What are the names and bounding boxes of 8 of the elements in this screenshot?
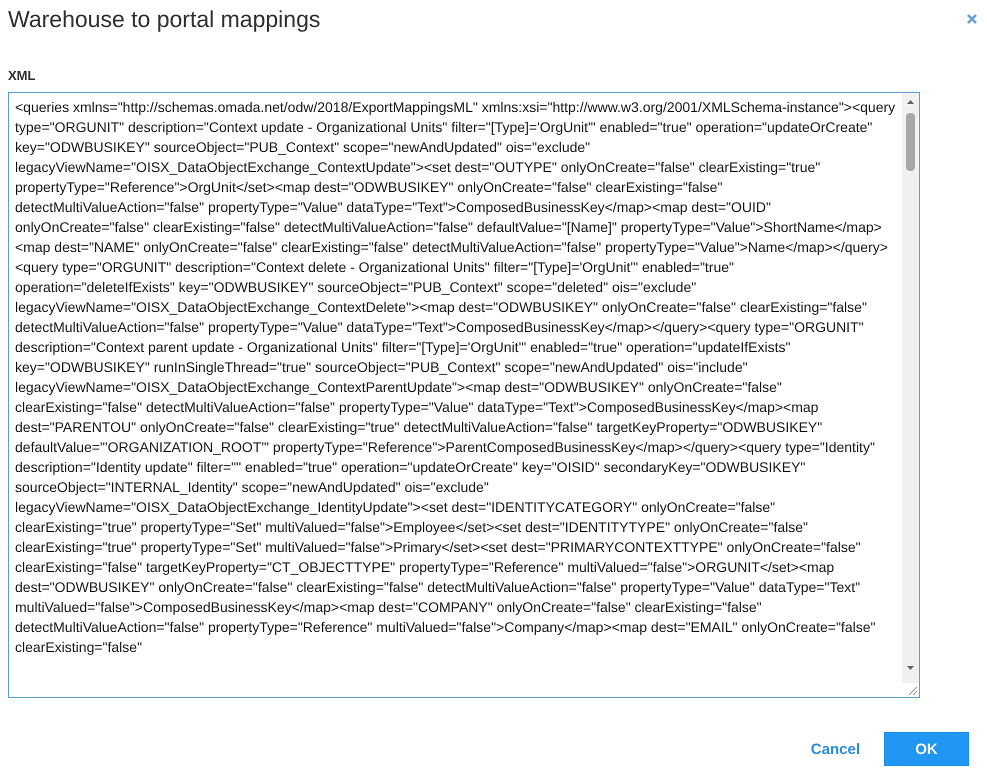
- resize-grip-icon[interactable]: [906, 684, 918, 696]
- field-label: XML: [8, 68, 36, 83]
- cancel-link[interactable]: Cancel: [810, 732, 860, 766]
- close-button[interactable]: [966, 13, 978, 25]
- dialog-title: Warehouse to portal mappings: [8, 6, 320, 32]
- close-icon: [966, 13, 978, 25]
- xml-text: <queries xmlns="http://schemas.omada.net/odw/2018/ExportMappingsML" xmlns:xsi="http://www.w3.org/2001/XMLSchema-instance"><query type="ORGUNIT" description="Context update - Organizational Units" filter="[Type]='OrgUnit'" enabled="true" operation="updateOrCreate" key="ODWBUSIKEY" sourceObject="PUB_Context" scope="newAndUpdated" ois="exclude" legacyViewName="OISX_DataObjectExchange_ContextUpdate"><set dest="OUTYPE" onlyOnCreate="false" clearExisting="true" propertyType="Reference">OrgUnit</set><map dest="ODWBUSIKEY" onlyOnCreate="false" clearExisting="false" detectMultiValueAction="false" propertyType="Value" dataType="Text">ComposedBusinessKey</map><map dest="OUID" onlyOnCreate="false" clearExisting="false" detectMultiValueAction="false" defaultValue="[Name]" propertyType="Value">ShortName</map><map dest="NAME" onlyOnCreate="false" clearExisting="false" detectMultiValueAction="false" propertyType="Value">Name</map></query><query type="ORGUNIT" description="Context delete - Organizational Units" filter="[Type]='OrgUnit'" enabled="true" operation="deleteIfExists" key="ODWBUSIKEY" sourceObject="PUB_Context" scope="deleted" ois="exclude" legacyViewName="OISX_DataObjectExchange_ContextDelete"><map dest="ODWBUSIKEY" onlyOnCreate="false" clearExisting="false" detectMultiValueAction="false" propertyType="Value" dataType="Text">ComposedBusinessKey</map></query><query type="ORGUNIT" description="Context parent update - Organizational Units" filter="[Type]='OrgUnit'" enabled="true" operation="updateIfExists" key="ODWBUSIKEY" runInSingleThread="true" sourceObject="PUB_Context" scope="newAndUpdated" ois="include" legacyViewName="OISX_DataObjectExchange_ContextParentUpdate"><map dest="ODWBUSIKEY" onlyOnCreate="false" clearExisting="false" detectMultiValueAction="false" propertyType="Value" dataType="Text">ComposedBusinessKey</map><map dest="PARENTOU" onlyOnCreate="false" clearExisting="true" detectMultiValueAction="false" targetKeyProperty="ODWBUSIKEY" defaultValue="'ORGANIZATION_ROOT'" propertyType="Reference">ParentComposedBusinessKey</map></query><query type="Identity" description="Identity update" filter="" enabled="true" operation="updateOrCreate" key="OISID" secondaryKey="ODWBUSIKEY" sourceObject="INTERNAL_Identity" scope="newAndUpdated" ois="exclude" legacyViewName="OISX_DataObjectExchange_IdentityUpdate"><set dest="IDENTITYCATEGORY" onlyOnCreate="false" clearExisting="true" propertyType="Set" multiValued="false">Employee</set><set dest="IDENTITYTYPE" onlyOnCreate="false" clearExisting="true" propertyType="Set" multiValued="false">Primary</set><set dest="PRIMARYCONTEXTTYPE" onlyOnCreate="false" clearExisting="false" targetKeyProperty="CT_OBJECTTYPE" propertyType="Reference" multiValued="false">ORGUNIT</set><map dest="ODWBUSIKEY" onlyOnCreate="false" clearExisting="false" detectMultiValueAction="false" propertyType="Value" dataType="Text" multiValued="false">ComposedBusinessKey</map><map dest="COMPANY" onlyOnCreate="false" clearExisting="false" detectMultiValueAction="false" propertyType="Reference" multiValued="false">Company</map><map dest="EMAIL" onlyOnCreate="false" clearExisting="false": [14, 98, 896, 657]
- ok-button[interactable]: OK: [884, 732, 969, 766]
